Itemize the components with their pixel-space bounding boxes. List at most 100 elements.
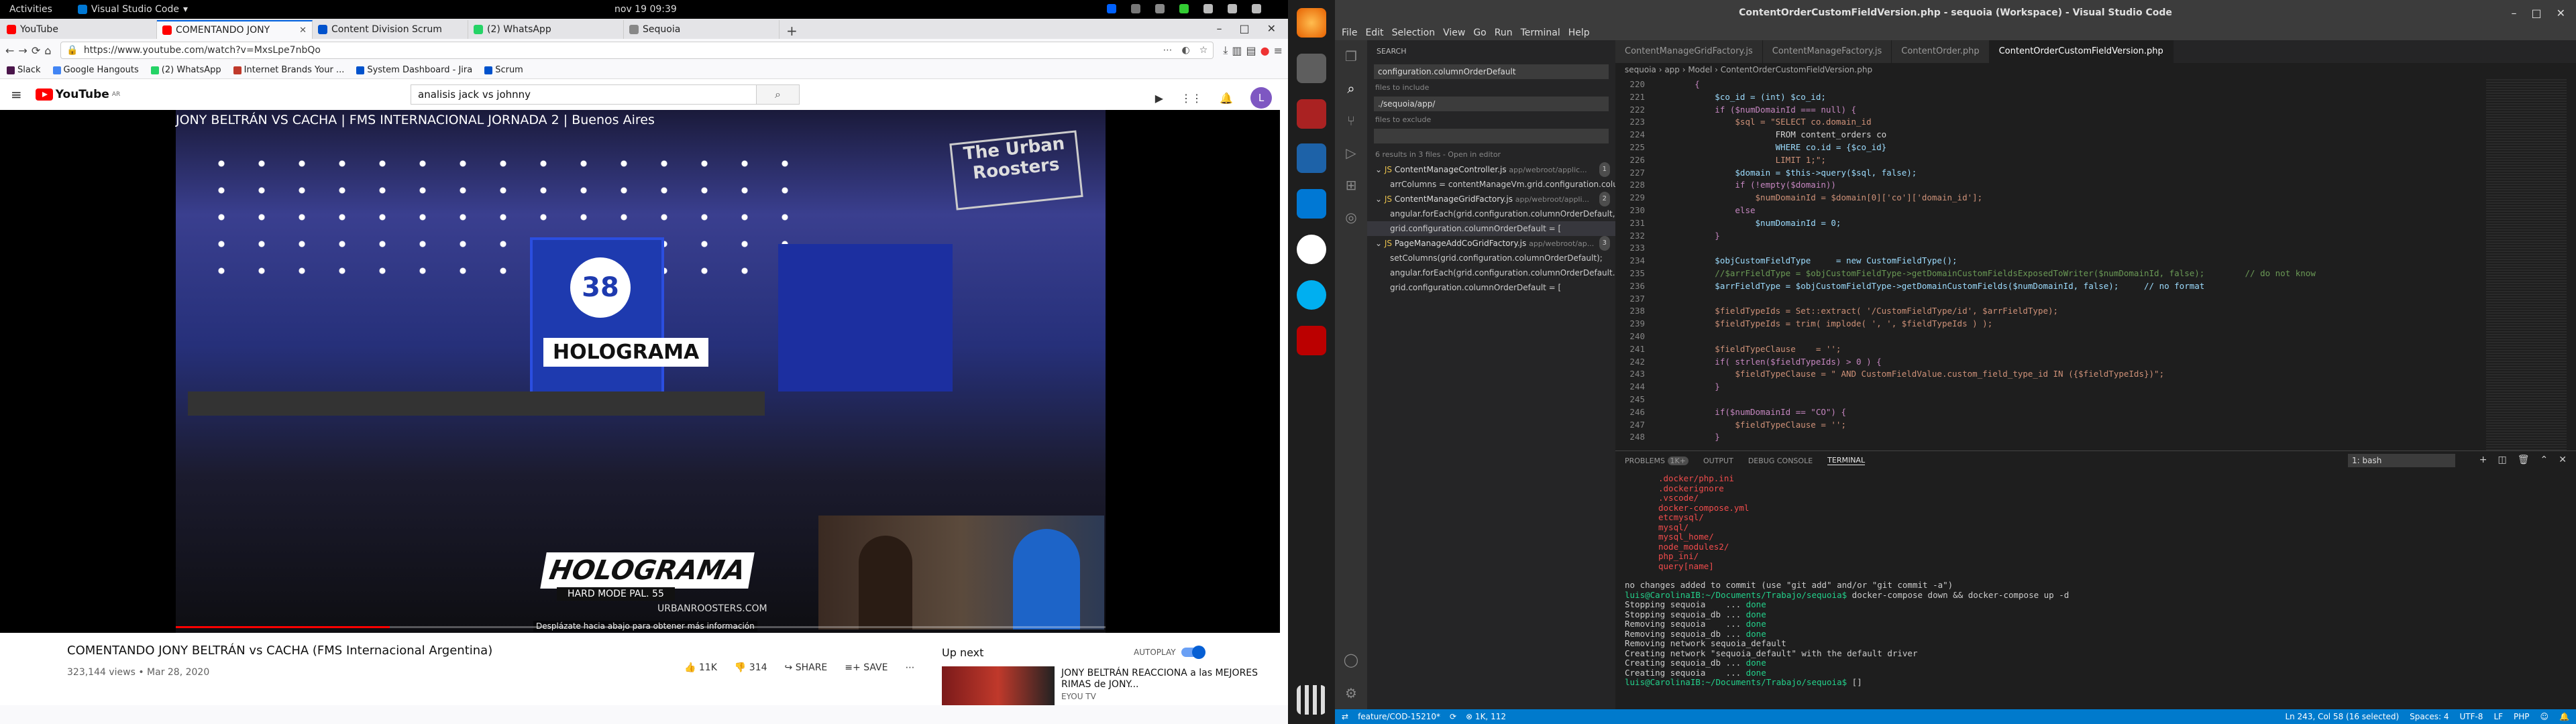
eol[interactable]: LF [2493, 712, 2503, 721]
result-match[interactable]: setColumns(grid.configuration.columnOrde… [1367, 251, 1615, 265]
code-line[interactable]: } [1654, 432, 1720, 442]
trash-icon[interactable]: 🗑 [2518, 455, 2530, 465]
code-line[interactable]: $fieldTypeIds = trim( implode( ', ', $fi… [1654, 318, 1992, 328]
code-line[interactable]: $fieldTypeClause = " AND CustomFieldValu… [1654, 369, 2164, 379]
forward-icon[interactable]: → [18, 44, 27, 57]
home-icon[interactable]: ⌂ [44, 44, 51, 57]
menu-view[interactable]: View [1443, 27, 1465, 38]
minimize-icon[interactable]: – [1216, 22, 1222, 35]
pocket-icon[interactable]: ◐ [1182, 45, 1190, 56]
remote-icon[interactable]: ◎ [1335, 201, 1367, 233]
slack-icon[interactable] [1297, 235, 1326, 264]
code-line[interactable]: if ($numDomainId === null) { [1654, 105, 1856, 115]
errors-indicator[interactable]: ⊗ 1K, 112 [1466, 712, 1506, 721]
extensions-icon[interactable]: ⊞ [1335, 169, 1367, 201]
code-line[interactable]: $arrFieldType = $objCustomFieldType->get… [1654, 281, 2204, 291]
indentation[interactable]: Spaces: 4 [2410, 712, 2449, 721]
reload-icon[interactable]: ⟳ [32, 44, 40, 57]
code-line[interactable]: $numDomainId = 0; [1654, 218, 1841, 228]
code-line[interactable]: WHERE co.id = {$co_id} [1654, 142, 1887, 152]
clock[interactable]: nov 19 09:39 [614, 4, 677, 15]
code-line[interactable]: LIMIT 1;"; [1654, 155, 1826, 165]
result-match[interactable]: grid.configuration.columnOrderDefault = … [1367, 280, 1615, 295]
terminal-select[interactable]: 1: bash [2348, 454, 2455, 467]
search-icon[interactable]: ⌕ [1335, 72, 1367, 105]
tab-terminal[interactable]: TERMINAL [1827, 456, 1866, 465]
bookmark-internet-brands[interactable]: Internet Brands Your ... [233, 65, 344, 75]
hamburger-icon[interactable]: ≡ [11, 86, 22, 103]
breadcrumb[interactable]: sequoia › app › Model › ContentOrderCust… [1615, 63, 2576, 76]
save-button[interactable]: ≡+ SAVE [845, 662, 888, 673]
tray-app-icon[interactable] [1131, 4, 1140, 13]
tab-whatsapp[interactable]: (2) WhatsApp [468, 20, 624, 39]
editor-tab-active[interactable]: ContentOrderCustomFieldVersion.php [1989, 40, 2174, 63]
show-apps-icon[interactable] [1297, 685, 1326, 715]
download-icon[interactable]: ⤓ [1223, 44, 1228, 57]
code-line[interactable]: FROM content_orders co [1654, 129, 1887, 139]
remote-indicator[interactable]: ⇄ [1342, 712, 1348, 721]
next-video-title[interactable]: JONY BELTRÁN REACCIONA a las MEJORES RIM… [1061, 668, 1263, 690]
result-file[interactable]: ⌄ JS ContentManageController.js app/webr… [1367, 162, 1615, 177]
gear-icon[interactable]: ⚙ [1335, 677, 1367, 709]
share-button[interactable]: ↪ SHARE [785, 662, 828, 673]
code-line[interactable]: } [1654, 381, 1720, 391]
menu-terminal[interactable]: Terminal [1521, 27, 1560, 38]
files-icon[interactable] [1297, 54, 1326, 83]
code-line[interactable]: if (!empty($domain)) [1654, 180, 1836, 190]
more-icon[interactable]: ⋯ [905, 662, 914, 673]
search-input[interactable] [411, 85, 756, 104]
result-file[interactable]: ⌄ JS ContentManageGridFactory.js app/web… [1367, 192, 1615, 206]
branch-indicator[interactable]: feature/COD-15210* [1358, 712, 1440, 721]
minimap[interactable] [2486, 79, 2567, 455]
avatar[interactable]: L [1250, 87, 1272, 109]
code-line[interactable]: $numDomainId = $domain[0]['co']['domain_… [1654, 192, 1983, 202]
close-icon[interactable]: ✕ [2559, 455, 2567, 465]
language-mode[interactable]: PHP [2514, 712, 2530, 721]
firefox-icon[interactable] [1297, 8, 1326, 38]
menu-go[interactable]: Go [1473, 27, 1486, 38]
vscode-icon[interactable] [1297, 189, 1326, 219]
close-icon[interactable]: ✕ [299, 25, 307, 36]
tab-youtube[interactable]: YouTube [1, 20, 157, 39]
result-match[interactable]: grid.configuration.columnOrderDefault = … [1367, 221, 1615, 236]
tab-problems[interactable]: PROBLEMS 1K+ [1625, 456, 1688, 465]
bell-icon[interactable]: 🔔 [1220, 92, 1233, 105]
menu-help[interactable]: Help [1568, 27, 1590, 38]
tab-video[interactable]: COMENTANDO JONY ✕ [157, 20, 313, 39]
skype-icon[interactable] [1297, 280, 1326, 310]
code-line[interactable]: $fieldTypeClause = ''; [1654, 420, 1846, 430]
code-line[interactable]: $co_id = (int) $co_id; [1654, 92, 1826, 102]
menu-run[interactable]: Run [1495, 27, 1513, 38]
maximize-icon[interactable]: □ [2531, 7, 2541, 19]
screenshot-app-icon[interactable] [1297, 99, 1326, 129]
bookmark-hangouts[interactable]: Google Hangouts [52, 65, 139, 75]
address-bar[interactable]: 🔒 https://www.youtube.com/watch?v=MxsLpe7… [60, 42, 1214, 59]
extension-icon[interactable]: ● [1260, 44, 1270, 57]
menu-selection[interactable]: Selection [1392, 27, 1436, 38]
results-summary[interactable]: 6 results in 3 files - Open in editor [1367, 147, 1615, 162]
volume-icon[interactable] [1228, 4, 1237, 13]
page-actions-icon[interactable]: ⋯ [1163, 45, 1173, 56]
tray-green-icon[interactable] [1179, 4, 1189, 13]
bookmark-jira[interactable]: System Dashboard - Jira [356, 65, 472, 75]
code-line[interactable]: $sql = "SELECT co.domain_id [1654, 117, 1871, 127]
tab-output[interactable]: OUTPUT [1703, 457, 1733, 465]
tab-debug-console[interactable]: DEBUG CONSOLE [1748, 457, 1813, 465]
feedback-icon[interactable]: ☺ [2540, 712, 2549, 721]
bookmark-star-icon[interactable]: ☆ [1199, 45, 1208, 56]
close-window-icon[interactable]: ✕ [1267, 22, 1276, 35]
code-line[interactable]: $fieldTypeIds = Set::extract( '/CustomFi… [1654, 306, 2058, 316]
maximize-icon[interactable]: □ [1239, 22, 1249, 35]
search-icon[interactable]: ⌕ [756, 85, 799, 104]
create-video-icon[interactable]: ▶ [1155, 92, 1163, 105]
result-match[interactable]: angular.forEach(grid.configuration.colum… [1367, 265, 1615, 280]
video-player[interactable]: 38 HOLOGRAMA The Urban Roosters HOLOGRAM… [0, 110, 1280, 633]
code-line[interactable]: $objCustomFieldType = new CustomFieldTyp… [1654, 255, 1957, 265]
bell-icon[interactable]: 🔔 [2559, 712, 2569, 721]
recording-app-icon[interactable] [1297, 326, 1326, 355]
close-window-icon[interactable]: ✕ [2557, 7, 2565, 19]
result-file[interactable]: ⌄ JS PageManageAddCoGridFactory.js app/w… [1367, 236, 1615, 251]
dropbox-icon[interactable] [1107, 4, 1116, 13]
dislike-button[interactable]: 👎 314 [735, 662, 767, 673]
autoplay-toggle[interactable] [1181, 646, 1205, 659]
